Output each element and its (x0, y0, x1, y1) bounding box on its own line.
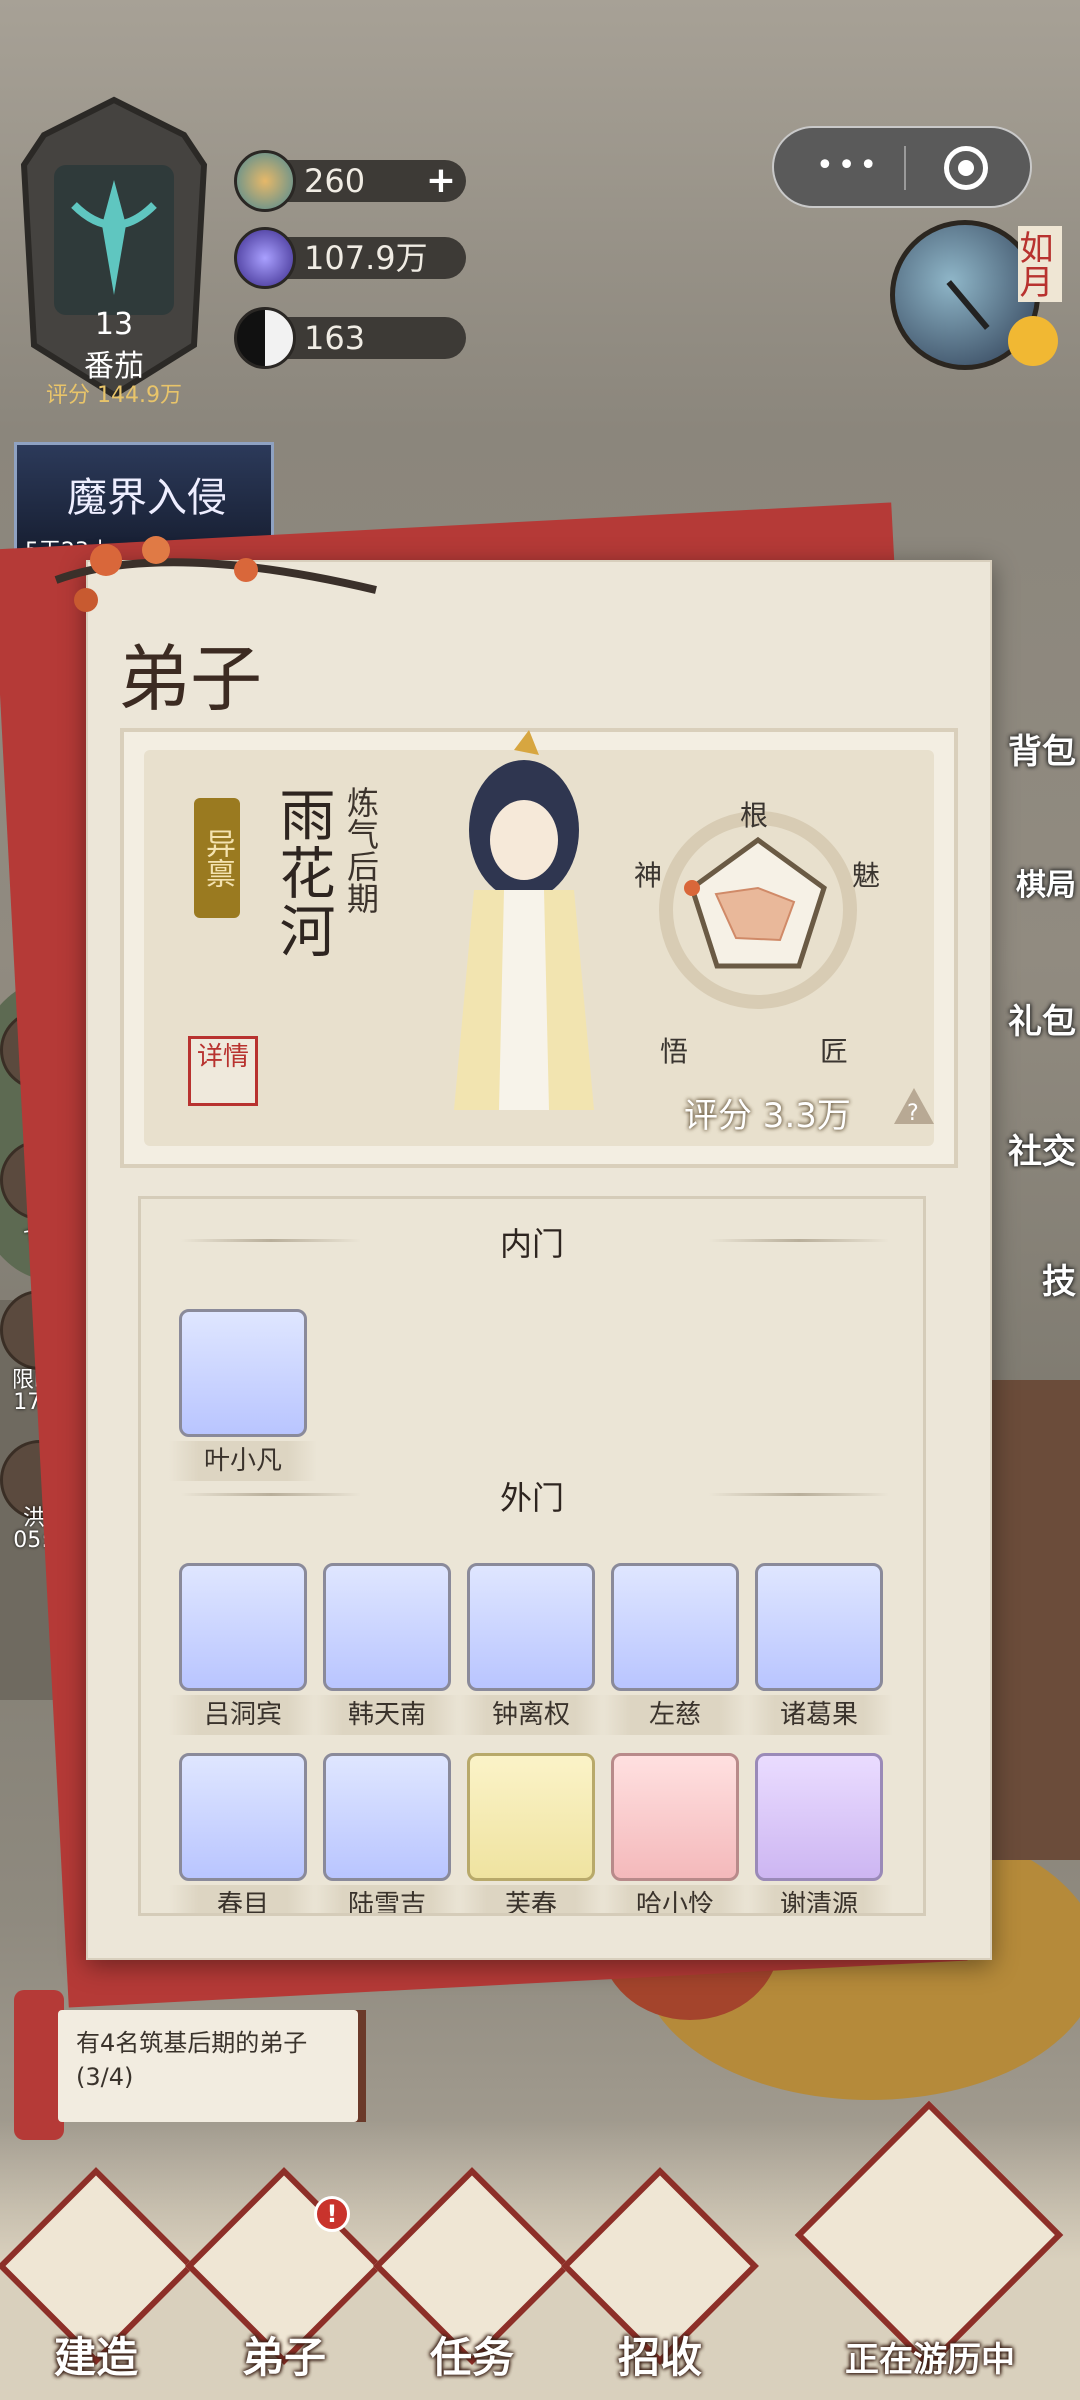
scroll-roller-left (14, 1990, 64, 2140)
disciple-name: 雨花河 (270, 786, 335, 960)
close-target-icon[interactable] (944, 146, 988, 190)
nav-label: 正在游历中 (845, 2340, 1015, 2380)
outer-member[interactable]: 芙春 (457, 1753, 605, 1913)
member-portrait (179, 1753, 307, 1881)
plum-branch-icon (54, 536, 377, 612)
inner-member[interactable]: 叶小凡 (169, 1309, 317, 1485)
member-portrait (611, 1753, 739, 1881)
member-name: 吕洞宾 (169, 1695, 317, 1735)
member-portrait (467, 1753, 595, 1881)
member-portrait (755, 1563, 883, 1691)
member-name: 春目 (169, 1885, 317, 1913)
outer-member[interactable]: 左慈 (601, 1563, 749, 1739)
menu-backpack[interactable]: 背包 (1002, 690, 1080, 810)
sun-icon (1008, 316, 1058, 366)
member-portrait (467, 1563, 595, 1691)
background-pagoda (980, 1380, 1080, 1860)
capsule-divider (904, 146, 906, 190)
radar-label-insight: 悟 (660, 1035, 689, 1068)
disciple-card: 异禀 雨花河 炼气后期 详情 根 魅 匠 悟 神 评分 3.3万 ? (120, 728, 958, 1168)
nav-disciples[interactable]: ! 弟子 (185, 2167, 383, 2386)
member-name: 哈小怜 (601, 1885, 749, 1913)
player-avatar[interactable]: 13 番茄 评分 144.9万 (14, 95, 214, 408)
radar-label-root: 根 (740, 799, 769, 832)
panel-title: 弟子 (118, 637, 263, 721)
resource-value: 107.9万 (304, 239, 428, 277)
outer-member[interactable]: 哈小怜 (601, 1753, 749, 1913)
nav-label: 招收 (617, 2333, 702, 2382)
resource-value: 163 (304, 319, 366, 357)
member-name: 韩天南 (313, 1695, 461, 1735)
member-portrait (611, 1563, 739, 1691)
member-portrait (323, 1753, 451, 1881)
member-portrait (179, 1563, 307, 1691)
disciple-realm: 炼气后期 (342, 786, 380, 914)
outer-member[interactable]: 吕洞宾 (169, 1563, 317, 1739)
nav-tasks[interactable]: 任务 (373, 2167, 571, 2386)
menu-skill[interactable]: 技 (1002, 1220, 1080, 1340)
member-name: 钟离权 (457, 1695, 605, 1735)
outer-member[interactable]: 韩天南 (313, 1563, 461, 1739)
member-name: 诸葛果 (745, 1695, 893, 1735)
nav-recruit[interactable]: 招收 (561, 2167, 759, 2386)
member-name: 左慈 (601, 1695, 749, 1735)
outer-member[interactable]: 诸葛果 (745, 1563, 893, 1739)
radar-label-spirit: 神 (634, 859, 663, 892)
inner-section-title: 内门 (499, 1225, 564, 1263)
nav-label: 任务 (429, 2333, 514, 2382)
crystal-icon (234, 227, 296, 289)
disciple-score: 评分 3.3万 (684, 1096, 851, 1136)
more-icon[interactable]: ••• (816, 151, 881, 181)
help-icon[interactable]: ? (892, 1086, 936, 1126)
task-text: 有4名筑基后期的弟子(3/4) (76, 2029, 308, 2091)
resource-value: 260 (304, 162, 366, 200)
nav-label: 建造 (53, 2333, 138, 2382)
resource-taiji[interactable]: 163 (234, 307, 466, 369)
disciples-panel: 弟子 异禀 雨花河 炼气后期 详情 根 魅 匠 悟 神 评分 3.3万 ? 内门… (54, 536, 992, 1960)
spirit-stone-icon (234, 150, 296, 212)
outer-section-title: 外门 (499, 1479, 564, 1517)
menu-gift-pack[interactable]: 礼包 (1002, 960, 1080, 1080)
notification-badge: ! (314, 2196, 350, 2232)
resource-spirit-stone[interactable]: 260 + (234, 150, 466, 212)
event-title: 魔界入侵 (67, 475, 227, 521)
outer-member[interactable]: 陆雪吉 (313, 1753, 461, 1913)
add-resource-button[interactable]: + (426, 160, 456, 202)
menu-social[interactable]: 社交 (1002, 1090, 1080, 1210)
nav-build[interactable]: 建造 (0, 2167, 195, 2386)
outer-member[interactable]: 钟离权 (457, 1563, 605, 1739)
member-portrait (755, 1753, 883, 1881)
player-rating: 评分 144.9万 (46, 383, 182, 408)
radar-label-charm: 魅 (852, 859, 881, 892)
task-scroll[interactable]: 有4名筑基后期的弟子(3/4) (14, 1990, 370, 2140)
month-label: 如月 (1013, 226, 1062, 302)
player-level: 13 (94, 307, 134, 342)
member-name: 芙春 (457, 1885, 605, 1913)
detail-button[interactable]: 详情 (188, 1036, 258, 1106)
menu-chess[interactable]: 棋局 (1002, 820, 1080, 940)
disciple-roster: 内门 叶小凡 外门 吕洞宾 韩天南 钟离权 左慈 诸葛果 春目 陆雪吉 芙春 哈… (138, 1196, 926, 1916)
talent-tag: 异禀 (194, 798, 240, 918)
disciple-card-inner: 异禀 雨花河 炼气后期 详情 根 魅 匠 悟 神 评分 3.3万 ? (144, 730, 936, 1146)
member-portrait (323, 1563, 451, 1691)
nav-label: 弟子 (241, 2333, 326, 2382)
member-portrait (179, 1309, 307, 1437)
svg-text:?: ? (907, 1101, 919, 1126)
disciple-portrait (454, 730, 594, 1110)
outer-member[interactable]: 春目 (169, 1753, 317, 1913)
outer-member[interactable]: 谢清源 (745, 1753, 893, 1913)
mini-program-capsule: ••• (772, 126, 1032, 208)
nav-travel[interactable]: 正在游历中 (794, 2100, 1064, 2390)
travel-icon (794, 2100, 1064, 2370)
member-name: 陆雪吉 (313, 1885, 461, 1913)
member-name: 谢清源 (745, 1885, 893, 1913)
resource-crystal[interactable]: 107.9万 (234, 227, 466, 289)
taiji-icon (234, 307, 296, 369)
radar-label-craft: 匠 (820, 1035, 849, 1068)
task-body: 有4名筑基后期的弟子(3/4) (58, 2010, 358, 2122)
